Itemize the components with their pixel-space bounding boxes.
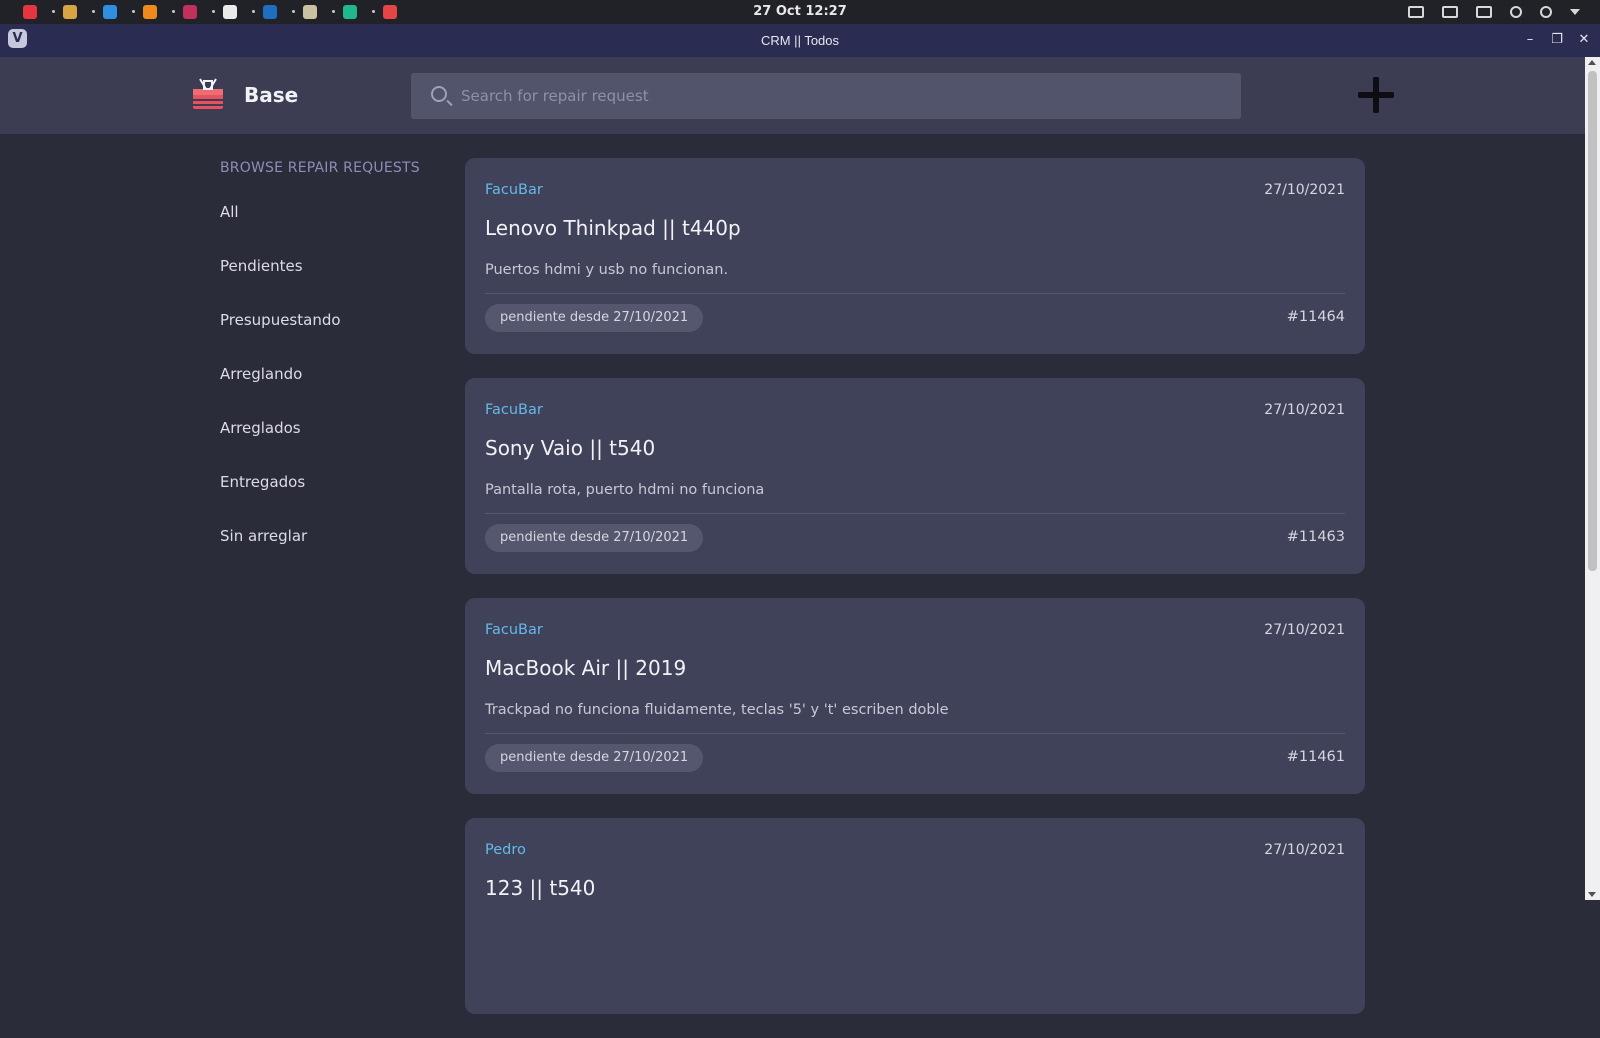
- request-title[interactable]: 123 || t540: [485, 876, 595, 900]
- request-author[interactable]: FacuBar: [485, 622, 543, 638]
- running-indicator: [172, 10, 175, 13]
- request-date: 27/10/2021: [1264, 402, 1345, 418]
- font-manager-icon[interactable]: [50, 0, 90, 24]
- request-author[interactable]: Pedro: [485, 842, 526, 858]
- search-icon: [431, 86, 447, 102]
- request-card[interactable]: FacuBar 27/10/2021 Sony Vaio || t540 Pan…: [465, 378, 1365, 574]
- request-title[interactable]: MacBook Air || 2019: [485, 656, 686, 680]
- request-description: Puertos hdmi y usb no funcionan.: [485, 262, 729, 278]
- scrollbar-thumb[interactable]: [1588, 71, 1597, 571]
- window-titlebar: V CRM || Todos – ❐ ✕: [0, 24, 1600, 57]
- screens-icon[interactable]: [1408, 6, 1424, 18]
- vlc-icon-glyph: [143, 5, 157, 19]
- os-taskbar: 27 Oct 12:27: [0, 0, 1600, 24]
- request-card[interactable]: FacuBar 27/10/2021 Lenovo Thinkpad || t4…: [465, 158, 1365, 354]
- sidebar-title: BROWSE REPAIR REQUESTS: [220, 160, 420, 176]
- jetbrains-icon[interactable]: [170, 0, 210, 24]
- running-indicator: [132, 10, 135, 13]
- card-divider: [485, 293, 1345, 294]
- request-number: #11463: [1286, 529, 1345, 545]
- steam-icon-glyph: [263, 5, 277, 19]
- taskbar-apps: [0, 0, 410, 24]
- search-input[interactable]: [461, 73, 1221, 119]
- card-divider: [485, 733, 1345, 734]
- request-date: 27/10/2021: [1264, 622, 1345, 638]
- notion-icon[interactable]: [210, 0, 250, 24]
- request-card[interactable]: Pedro 27/10/2021 123 || t540: [465, 818, 1365, 1014]
- restore-icon[interactable]: ❐: [1547, 30, 1567, 50]
- openshot-icon[interactable]: [330, 0, 370, 24]
- vlc-icon[interactable]: [130, 0, 170, 24]
- sidebar-item-presupuestando[interactable]: Presupuestando: [220, 310, 450, 364]
- request-author[interactable]: FacuBar: [485, 182, 543, 198]
- steam-icon[interactable]: [250, 0, 290, 24]
- request-author[interactable]: FacuBar: [485, 402, 543, 418]
- vivaldi-icon[interactable]: [10, 0, 50, 24]
- brand-name[interactable]: Base: [244, 83, 298, 107]
- screen-recorder-icon-glyph: [383, 5, 397, 19]
- sidebar-item-entregados[interactable]: Entregados: [220, 472, 450, 526]
- running-indicator: [92, 10, 95, 13]
- files-icon-glyph: [303, 5, 317, 19]
- close-icon[interactable]: ✕: [1574, 30, 1594, 50]
- scroll-down-icon[interactable]: [1588, 892, 1596, 897]
- files-icon[interactable]: [290, 0, 330, 24]
- minimize-icon[interactable]: –: [1520, 30, 1540, 50]
- request-description: Pantalla rota, puerto hdmi no funciona: [485, 482, 765, 498]
- openshot-icon-glyph: [343, 5, 357, 19]
- request-description: Trackpad no funciona fluidamente, teclas…: [485, 702, 949, 718]
- notion-icon-glyph: [223, 5, 237, 19]
- running-indicator: [52, 10, 55, 13]
- status-badge: pendiente desde 27/10/2021: [485, 304, 704, 332]
- sidebar-item-sin-arreglar[interactable]: Sin arreglar: [220, 526, 450, 580]
- request-list: FacuBar 27/10/2021 Lenovo Thinkpad || t4…: [465, 158, 1365, 1038]
- running-indicator: [332, 10, 335, 13]
- camera-icon[interactable]: [1442, 6, 1458, 18]
- add-request-button[interactable]: [1358, 77, 1394, 113]
- page-scrollbar[interactable]: [1585, 57, 1600, 900]
- request-title[interactable]: Lenovo Thinkpad || t440p: [485, 216, 741, 240]
- screen-recorder-icon[interactable]: [370, 0, 410, 24]
- running-indicator: [292, 10, 295, 13]
- volume-icon[interactable]: [1510, 6, 1522, 18]
- search-bar: [411, 73, 1241, 119]
- app-header: Base: [0, 57, 1585, 134]
- request-date: 27/10/2021: [1264, 842, 1345, 858]
- status-badge: pendiente desde 27/10/2021: [485, 744, 704, 772]
- running-indicator: [372, 10, 375, 13]
- vivaldi-icon-glyph: [23, 5, 37, 19]
- window-title: CRM || Todos: [760, 33, 840, 48]
- tray-menu-chevron-down-icon[interactable]: [1570, 9, 1580, 15]
- sidebar: BROWSE REPAIR REQUESTS All Pendientes Pr…: [220, 160, 450, 580]
- sidebar-item-all[interactable]: All: [220, 202, 450, 256]
- power-icon[interactable]: [1540, 6, 1552, 18]
- sidebar-item-arreglando[interactable]: Arreglando: [220, 364, 450, 418]
- request-card[interactable]: FacuBar 27/10/2021 MacBook Air || 2019 T…: [465, 598, 1365, 794]
- request-date: 27/10/2021: [1264, 182, 1345, 198]
- request-number: #11461: [1286, 749, 1345, 765]
- jetbrains-icon-glyph: [183, 5, 197, 19]
- vscode-icon-glyph: [103, 5, 117, 19]
- running-indicator: [212, 10, 215, 13]
- display-icon[interactable]: [1476, 6, 1492, 18]
- running-indicator: [252, 10, 255, 13]
- sidebar-item-arreglados[interactable]: Arreglados: [220, 418, 450, 472]
- card-divider: [485, 513, 1345, 514]
- toolbox-logo-icon[interactable]: [192, 77, 224, 111]
- sidebar-item-pendientes[interactable]: Pendientes: [220, 256, 450, 310]
- vscode-icon[interactable]: [90, 0, 130, 24]
- scroll-up-icon[interactable]: [1588, 60, 1596, 65]
- request-number: #11464: [1286, 309, 1345, 325]
- font-manager-icon-glyph: [63, 5, 77, 19]
- status-badge: pendiente desde 27/10/2021: [485, 524, 704, 552]
- request-title[interactable]: Sony Vaio || t540: [485, 436, 655, 460]
- system-tray: [1408, 0, 1580, 24]
